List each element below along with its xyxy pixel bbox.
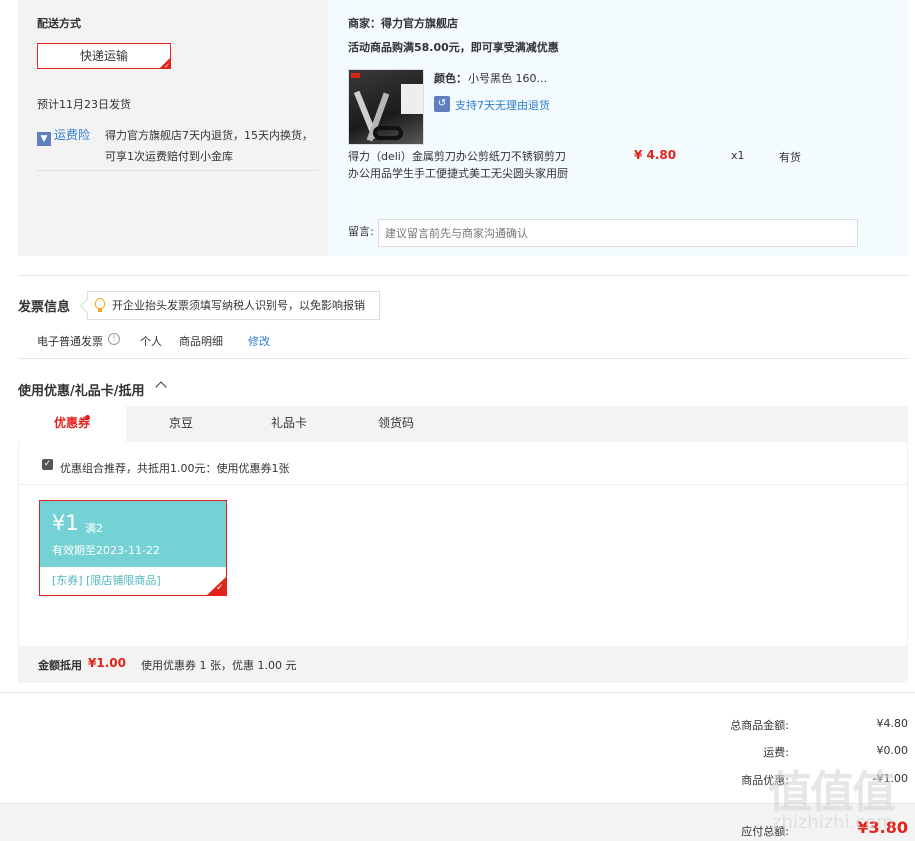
- delivery-title: 配送方式: [37, 17, 81, 30]
- check-icon: ✓: [164, 62, 170, 70]
- lightbulb-icon: [95, 298, 105, 312]
- watermark-url: zhizhizhi.com: [772, 812, 894, 833]
- deduct-amount: ¥1.00: [88, 656, 126, 670]
- product-price: ¥ 4.80: [634, 148, 677, 162]
- coupon-expiry: 有效期至2023-11-22: [52, 544, 160, 557]
- invoice-holder: 个人: [140, 335, 162, 348]
- coupon-threshold: 满2: [85, 522, 103, 535]
- goods-total-label: 总商品金额:: [730, 719, 789, 732]
- tab-redeem-code[interactable]: 领货码: [342, 406, 450, 442]
- invoice-tooltip: 开企业抬头发票须填写纳税人识别号，以免影响报销: [79, 291, 380, 320]
- recommend-text: 优惠组合推荐，共抵用1.00元：使用优惠券1张: [60, 462, 290, 475]
- product-name-line2[interactable]: 办公用品学生手工便捷式美工无尖圆头家用厨: [348, 165, 568, 181]
- tab-jingdou[interactable]: 京豆: [127, 406, 235, 442]
- divider: [37, 170, 318, 171]
- divider: [18, 275, 908, 276]
- invoice-title: 发票信息: [18, 300, 71, 315]
- seller-name: 商家：得力官方旗舰店: [348, 17, 458, 30]
- invoice-edit-link[interactable]: 修改: [248, 333, 270, 349]
- coupon-tags: [东券] [限店铺限商品]: [52, 574, 161, 587]
- scissor-handle-graphic: [373, 126, 403, 140]
- insurance-link[interactable]: ▼ 运费险: [37, 126, 90, 146]
- insurance-desc-line2: 可享1次运费赔付到小金库: [105, 150, 233, 163]
- tab-coupon[interactable]: 优惠券: [18, 406, 126, 443]
- coupon-value: ¥1: [52, 511, 79, 535]
- promo-text: 活动商品购满58.00元，即可享受满减优惠: [348, 41, 559, 54]
- chevron-up-icon[interactable]: [155, 381, 167, 393]
- brand-logo-icon: [351, 73, 360, 78]
- invoice-type: 电子普通发票: [37, 335, 103, 348]
- invoice-content: 商品明细: [179, 335, 223, 348]
- divider: [0, 692, 915, 693]
- product-label-graphic: [401, 84, 423, 114]
- product-quantity: x1: [731, 149, 745, 162]
- comment-input[interactable]: [378, 219, 858, 247]
- color-value: 小号黑色 160...: [468, 72, 547, 85]
- return-policy-icon: ↺: [434, 96, 450, 112]
- shipping-method-label: 快递运输: [79, 49, 128, 63]
- insurance-icon: ▼: [37, 132, 51, 146]
- info-icon[interactable]: !: [108, 333, 120, 345]
- insurance-label: 运费险: [54, 128, 91, 142]
- color-label: 颜色：: [434, 72, 467, 85]
- deduct-label: 金额抵用: [38, 659, 82, 672]
- divider: [18, 358, 908, 359]
- coupon-section-title[interactable]: 使用优惠/礼品卡/抵用: [18, 380, 145, 399]
- invoice-tip-text: 开企业抬头发票须填写纳税人识别号，以免影响报销: [112, 299, 365, 312]
- return-policy: 支持7天无理由退货: [455, 99, 550, 112]
- product-image[interactable]: [348, 69, 424, 145]
- ship-date: 预计11月23日发货: [37, 98, 131, 111]
- insurance-desc-line1: 得力官方旗舰店7天内退货，15天内换货，: [105, 129, 313, 142]
- tab-gift-card[interactable]: 礼品卡: [235, 406, 343, 442]
- recommend-checkbox[interactable]: ✓: [42, 459, 53, 470]
- product-name-line1[interactable]: 得力（deli）金属剪刀办公剪纸刀不锈钢剪刀: [348, 148, 566, 164]
- watermark-logo: 值值值: [768, 767, 896, 818]
- goods-total-value: ¥4.80: [876, 717, 909, 730]
- divider: [18, 484, 908, 485]
- deduct-description: 使用优惠券 1 张，优惠 1.00 元: [141, 659, 297, 672]
- check-icon: ✓: [216, 583, 224, 593]
- comment-label: 留言:: [348, 225, 374, 238]
- notification-dot-icon: [85, 415, 90, 420]
- tooltip-arrow-icon: [79, 298, 95, 314]
- shipping-method-option[interactable]: 快递运输 ✓: [37, 43, 171, 70]
- stock-status: 有货: [779, 151, 801, 164]
